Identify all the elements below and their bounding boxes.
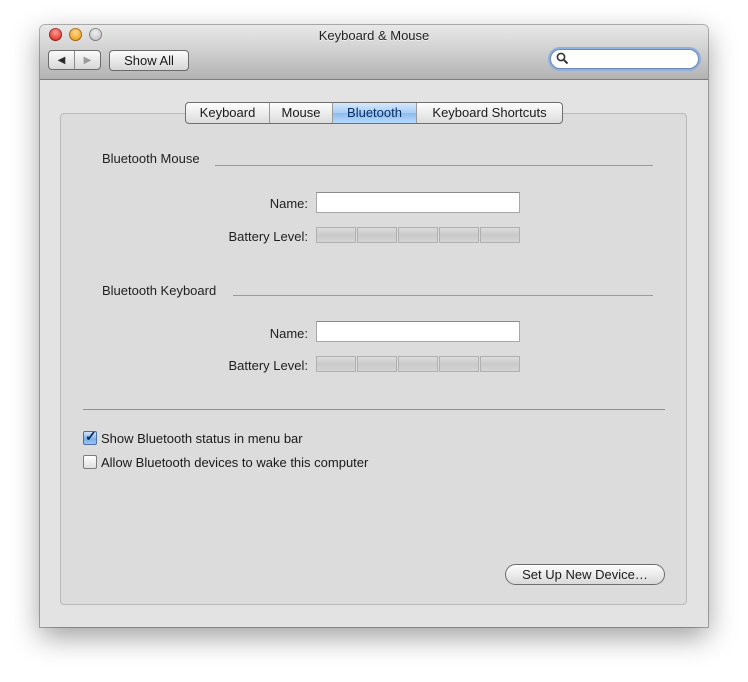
mouse-name-field [316,192,520,213]
mouse-battery-indicator [316,227,520,243]
tab-mouse[interactable]: Mouse [269,103,332,123]
search-input[interactable] [571,51,689,66]
keyboard-section-divider [233,295,653,296]
battery-segment [439,227,479,243]
keyboard-name-label: Name: [269,326,308,341]
battery-segment [480,356,520,372]
tab-keyboard-shortcuts[interactable]: Keyboard Shortcuts [416,103,562,123]
search-icon [556,52,569,65]
mouse-battery-label: Battery Level: [228,229,309,244]
keyboard-battery-label: Battery Level: [228,358,309,373]
allow-wake-checkbox[interactable] [83,455,97,469]
battery-segment [357,227,397,243]
battery-segment [480,227,520,243]
battery-segment [398,227,438,243]
back-forward-control: ◀ ▶ [48,50,101,70]
battery-segment [316,227,356,243]
keyboard-section-title: Bluetooth Keyboard [102,283,217,298]
mouse-name-label: Name: [269,196,308,211]
battery-segment [357,356,397,372]
back-arrow-icon[interactable]: ◀ [49,51,74,69]
window-title: Keyboard & Mouse [318,28,430,43]
mouse-section-title: Bluetooth Mouse [102,151,200,166]
option-allow-wake[interactable]: Allow Bluetooth devices to wake this com… [83,454,368,470]
preferences-window: Keyboard & Mouse ◀ ▶ Show All Keyboard M… [40,25,708,627]
option-show-bluetooth-status[interactable]: ✓ Show Bluetooth status in menu bar [83,428,303,446]
battery-segment [439,356,479,372]
keyboard-name-field [316,321,520,342]
battery-segment [398,356,438,372]
tab-bluetooth[interactable]: Bluetooth [332,103,416,123]
show-status-checkbox[interactable]: ✓ [83,428,97,445]
show-all-button[interactable]: Show All [109,50,189,71]
tab-bar: Keyboard Mouse Bluetooth Keyboard Shortc… [185,102,563,124]
search-field[interactable] [550,49,699,69]
forward-arrow-icon[interactable]: ▶ [74,51,100,69]
battery-segment [316,356,356,372]
show-status-label: Show Bluetooth status in menu bar [101,430,303,446]
set-up-new-device-button[interactable]: Set Up New Device… [505,564,665,585]
allow-wake-label: Allow Bluetooth devices to wake this com… [101,454,369,470]
mouse-section-divider [215,165,653,166]
checkmark-icon: ✓ [85,428,97,444]
tab-keyboard[interactable]: Keyboard [186,103,269,123]
options-divider [83,409,665,410]
title-bar: Keyboard & Mouse ◀ ▶ Show All [40,25,708,80]
keyboard-battery-indicator [316,356,520,372]
